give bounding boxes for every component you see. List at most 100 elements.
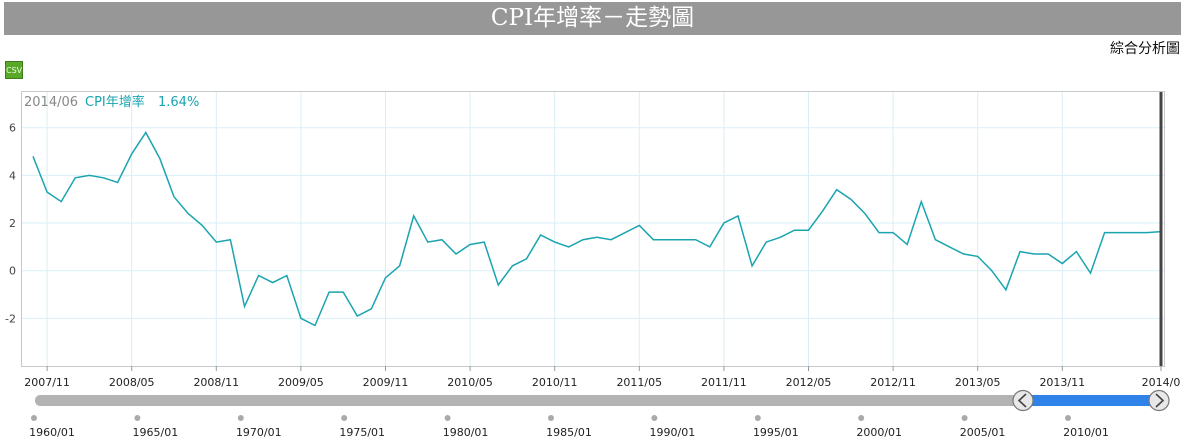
data-point	[215, 241, 217, 243]
y-tick-label: 2	[9, 217, 16, 230]
data-point	[695, 239, 697, 241]
data-point	[709, 246, 711, 248]
data-point	[229, 239, 231, 241]
navigator-selected-range[interactable]	[1024, 395, 1160, 406]
navigator-tick-dot	[858, 415, 865, 421]
y-tick-label: 4	[9, 169, 16, 182]
data-point	[765, 241, 767, 243]
data-point	[850, 198, 852, 200]
navigator-tick-label: 1995/01	[753, 426, 799, 439]
data-points	[32, 132, 1162, 327]
data-point	[737, 215, 739, 217]
data-point	[934, 239, 936, 241]
x-tick-label: 2013/11	[1039, 376, 1085, 389]
data-point	[427, 241, 429, 243]
y-axis-tick-labels: -2 0 2 4 6	[5, 122, 16, 326]
data-point	[32, 155, 34, 157]
data-point	[497, 284, 499, 286]
data-point	[554, 241, 556, 243]
data-point	[892, 232, 894, 234]
navigator-tick-label: 1980/01	[443, 426, 489, 439]
navigator-tick-label: 2005/01	[960, 426, 1006, 439]
x-axis-tick-labels: 2007/11 2008/05 2008/11 2009/05 2009/11 2010/…	[24, 376, 1180, 389]
x-tick-label: 2009/11	[363, 376, 409, 389]
data-point	[977, 255, 979, 257]
data-point	[568, 246, 570, 248]
data-point	[46, 191, 48, 193]
navigator-tick-label: 1960/01	[29, 426, 75, 439]
data-point	[949, 246, 951, 248]
data-point	[173, 196, 175, 198]
data-point	[469, 243, 471, 245]
data-point	[1118, 232, 1120, 234]
range-navigator[interactable]: 1960/01 1965/01 1970/01 1975/01 1980/01 1985/…	[29, 389, 1170, 440]
data-point	[244, 305, 246, 307]
data-point	[723, 222, 725, 224]
vertical-gridlines	[46, 92, 1162, 371]
data-point	[878, 232, 880, 234]
data-point	[751, 265, 753, 267]
data-point	[1132, 232, 1134, 234]
x-tick-label: 2010/11	[532, 376, 578, 389]
data-point	[483, 241, 485, 243]
data-point	[1104, 232, 1106, 234]
data-point	[511, 265, 513, 267]
horizontal-gridlines	[22, 127, 1164, 319]
data-point	[991, 270, 993, 272]
navigator-tick-label: 2010/01	[1063, 426, 1109, 439]
data-point	[906, 243, 908, 245]
y-tick-label: 0	[9, 265, 16, 278]
x-tick-label: 2009/05	[278, 376, 324, 389]
cpi-series-line	[32, 131, 1162, 327]
data-point	[342, 291, 344, 293]
data-point	[413, 215, 415, 217]
plot-frame	[21, 91, 1165, 367]
data-point	[1047, 253, 1049, 255]
data-point	[1019, 251, 1021, 253]
data-point	[258, 274, 260, 276]
data-point	[441, 239, 443, 241]
data-point	[1146, 232, 1148, 234]
data-point	[596, 236, 598, 238]
data-point	[582, 239, 584, 241]
data-point	[779, 236, 781, 238]
data-point	[145, 132, 147, 134]
x-tick-label: 2011/11	[701, 376, 747, 389]
navigator-tick-dot	[651, 415, 658, 421]
line-chart[interactable]: -2 0 2 4 6 2007/11 2008/05 2008/11 2009/05 2009/…	[0, 0, 1186, 448]
navigator-tick-dot	[961, 415, 968, 421]
navigator-tick-dot	[444, 415, 451, 421]
chart-container: -2 0 2 4 6 2007/11 2008/05 2008/11 2009/05 2009/…	[0, 0, 1186, 448]
navigator-tick-dot	[341, 415, 348, 421]
data-point	[624, 232, 626, 234]
navigator-track[interactable]	[35, 395, 1159, 406]
x-tick-label: 2008/11	[193, 376, 239, 389]
data-point	[836, 189, 838, 191]
data-point	[652, 239, 654, 241]
data-point	[131, 153, 133, 155]
navigator-left-handle[interactable]	[1012, 389, 1034, 412]
x-tick-label: 2012/11	[870, 376, 916, 389]
navigator-tick-label: 1970/01	[236, 426, 282, 439]
data-point	[526, 258, 528, 260]
navigator-tick-label: 1975/01	[339, 426, 385, 439]
y-tick-label: -2	[5, 312, 16, 325]
x-tick-label: 2007/11	[24, 376, 70, 389]
data-point	[864, 213, 866, 215]
data-point	[117, 182, 119, 184]
data-point	[272, 282, 274, 284]
data-point	[286, 274, 288, 276]
data-point	[638, 224, 640, 226]
tooltip-series-label: CPI年增率	[85, 94, 145, 110]
tooltip-date: 2014/06	[24, 95, 78, 110]
data-point	[808, 229, 810, 231]
data-point	[370, 308, 372, 310]
data-point	[540, 234, 542, 236]
x-tick-label: 2012/05	[786, 376, 832, 389]
data-point	[1005, 289, 1007, 291]
navigator-tick-dot	[31, 415, 37, 421]
x-tick-label: 2008/05	[109, 376, 155, 389]
data-point	[667, 239, 669, 241]
navigator-right-handle[interactable]	[1148, 389, 1170, 412]
data-point	[74, 177, 76, 179]
